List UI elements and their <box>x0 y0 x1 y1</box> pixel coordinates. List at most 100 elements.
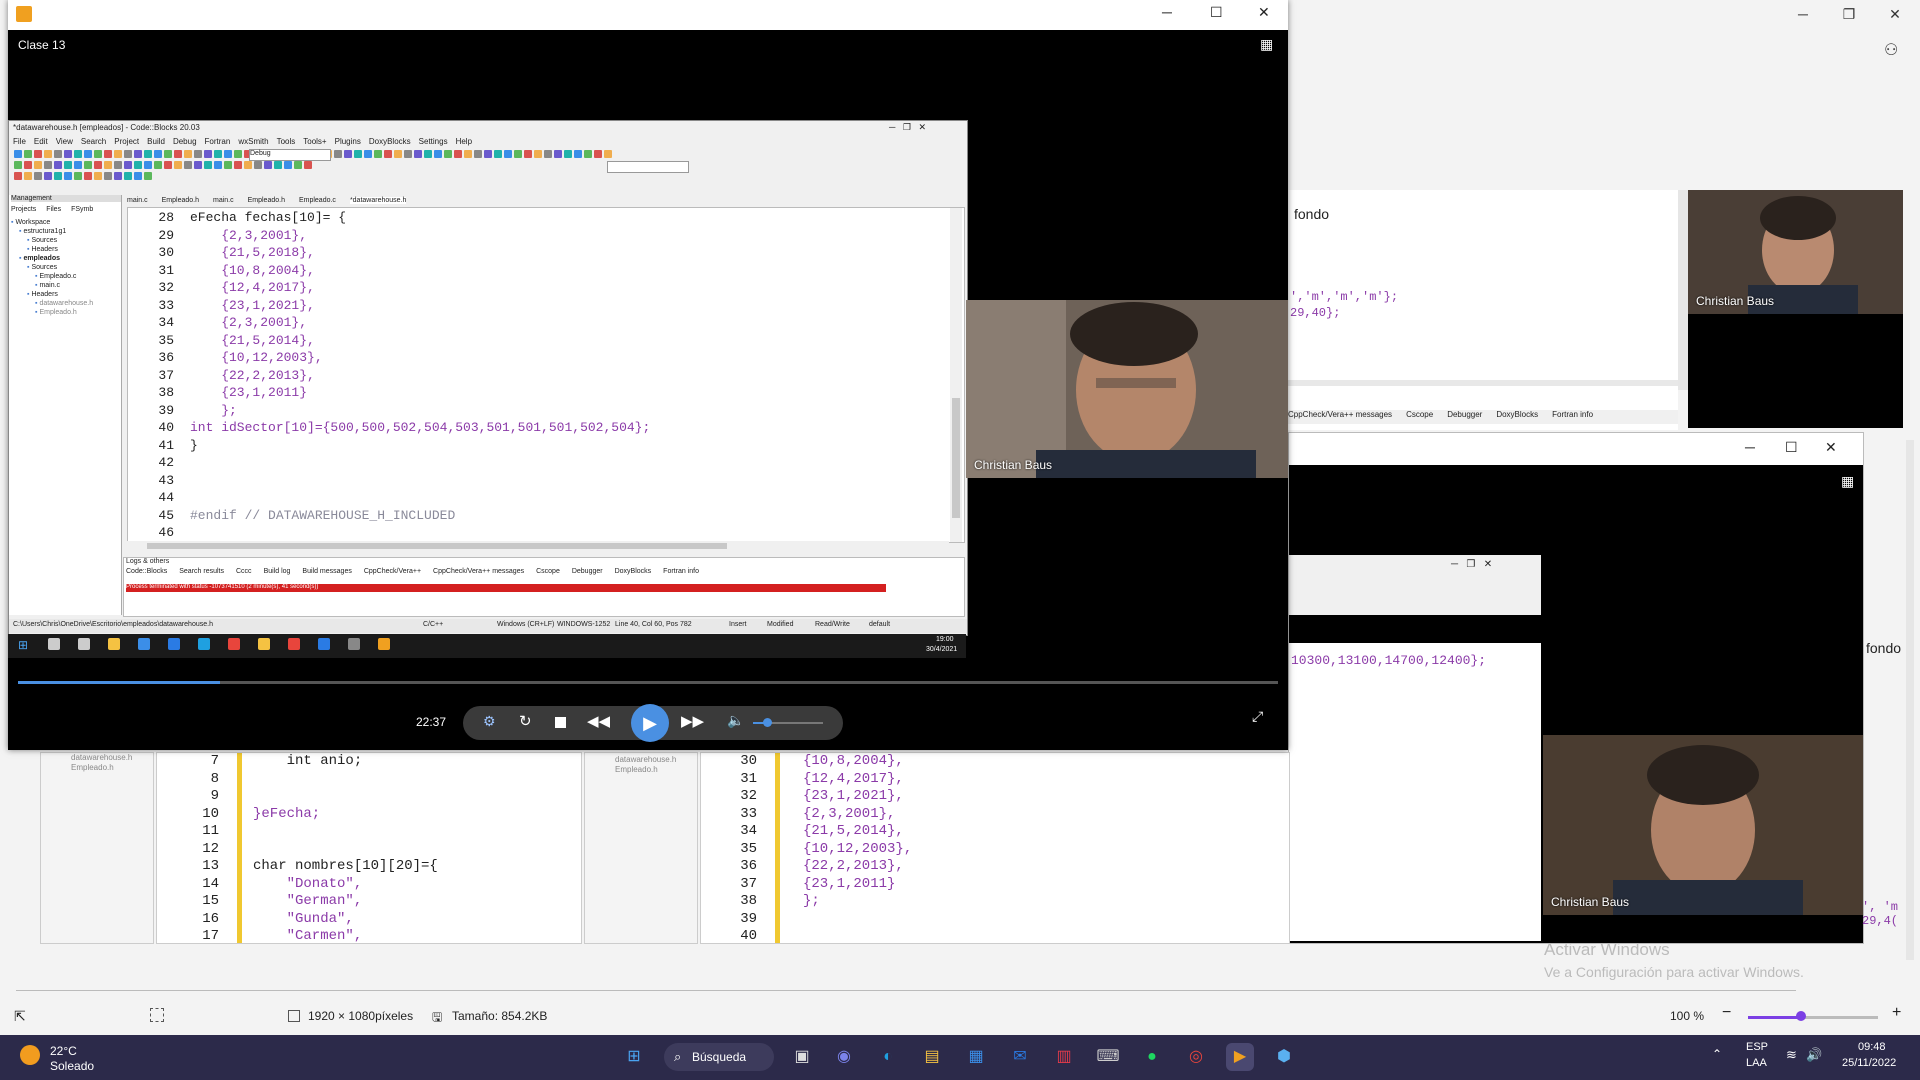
toolbar-button-icon[interactable] <box>34 172 42 180</box>
toolbar-button-icon[interactable] <box>214 150 222 158</box>
toolbar-button-icon[interactable] <box>14 172 22 180</box>
management-tab[interactable]: Files <box>46 206 61 213</box>
secondary-maximize-button[interactable]: ☐ <box>1785 439 1798 456</box>
editor-hscroll[interactable] <box>127 541 949 551</box>
toolbar-button-icon[interactable] <box>594 150 602 158</box>
log-tab[interactable]: Cccc <box>236 568 252 575</box>
toolbar-button-icon[interactable] <box>544 150 552 158</box>
toolbar-button-icon[interactable] <box>154 150 162 158</box>
file-explorer-icon[interactable]: ▤ <box>918 1043 946 1071</box>
toolbar-button-icon[interactable] <box>224 150 232 158</box>
toolbar-button-icon[interactable] <box>104 150 112 158</box>
toolbar-button-icon[interactable] <box>134 161 142 169</box>
toolbar-button-icon[interactable] <box>564 150 572 158</box>
toolbar-button-icon[interactable] <box>184 161 192 169</box>
toolbar-button-icon[interactable] <box>224 161 232 169</box>
toolbar-button-icon[interactable] <box>84 161 92 169</box>
toolbar-button-icon[interactable] <box>114 172 122 180</box>
tree-item[interactable]: ▪ Empleado.h <box>35 309 77 316</box>
log-tab[interactable]: Build messages <box>302 568 351 575</box>
editor-tab[interactable]: *datawarehouse.h <box>349 197 407 204</box>
toolbar-button-icon[interactable] <box>474 150 482 158</box>
toolbar-button-icon[interactable] <box>234 150 242 158</box>
zoom-slider[interactable] <box>1748 1016 1878 1019</box>
volume-thumb[interactable] <box>763 718 772 727</box>
toolbar-button-icon[interactable] <box>464 150 472 158</box>
loop-icon[interactable]: ↻ <box>519 712 532 730</box>
player-minimize-button[interactable]: ─ <box>1162 4 1172 20</box>
toolbar-button-icon[interactable] <box>234 161 242 169</box>
toolbar-button-icon[interactable] <box>404 150 412 158</box>
cb-menu-item[interactable]: Plugins <box>335 137 361 146</box>
cb-menu-item[interactable]: View <box>56 137 73 146</box>
log-tab[interactable]: Code::Blocks <box>126 568 167 575</box>
toolbar-button-icon[interactable] <box>254 161 262 169</box>
volume-icon[interactable]: 🔈 <box>727 712 744 729</box>
store-icon[interactable]: ▦ <box>962 1043 990 1071</box>
tree-item[interactable]: ▪ Empleado.c <box>35 273 76 280</box>
secondary-close-button[interactable]: ✕ <box>1825 439 1837 456</box>
log-tab[interactable]: Build log <box>264 568 291 575</box>
toolbar-button-icon[interactable] <box>34 161 42 169</box>
chrome-icon[interactable]: ◎ <box>1182 1043 1210 1071</box>
toolbar-button-icon[interactable] <box>144 161 152 169</box>
log-tab[interactable]: Fortran info <box>663 568 699 575</box>
toolbar-button-icon[interactable] <box>454 150 462 158</box>
toolbar-button-icon[interactable] <box>34 150 42 158</box>
cursor-tool-icon[interactable]: ⇱ <box>14 1008 26 1025</box>
code-editor[interactable]: 28 eFecha fechas[10]= {29 {2,3,2001}, 30 {… <box>127 207 965 543</box>
cb-menu-item[interactable]: Help <box>456 137 472 146</box>
toolbar-button-icon[interactable] <box>154 161 162 169</box>
toolbar-button-icon[interactable] <box>24 172 32 180</box>
tree-item[interactable]: ▪ Sources <box>27 264 57 271</box>
toolbar-button-icon[interactable] <box>44 150 52 158</box>
log-tab[interactable]: DoxyBlocks <box>615 568 652 575</box>
cb-menu-item[interactable]: DoxyBlocks <box>369 137 411 146</box>
editor-tab[interactable]: Empleado.c <box>299 197 336 204</box>
toolbar-button-icon[interactable] <box>384 150 392 158</box>
toolbar-button-icon[interactable] <box>164 150 172 158</box>
log-tab[interactable]: Search results <box>179 568 224 575</box>
log-tabs[interactable]: Code::Blocks Search results Cccc Build log B… <box>126 568 711 575</box>
management-tabs[interactable]: Projects Files FSymb <box>11 206 103 213</box>
fast-forward-button[interactable]: ▶▶ <box>681 712 704 730</box>
tree-item[interactable]: ▪ empleados <box>19 255 60 262</box>
log-tab[interactable]: CppCheck/Vera++ messages <box>433 568 524 575</box>
cb-menu-item[interactable]: Project <box>114 137 139 146</box>
lang-code-2[interactable]: LAA <box>1746 1057 1767 1069</box>
toolbar-button-icon[interactable] <box>144 172 152 180</box>
stop-button[interactable] <box>555 717 566 728</box>
network-app-icon[interactable]: ⬢ <box>1270 1043 1298 1071</box>
toolbar-button-icon[interactable] <box>14 161 22 169</box>
player-maximize-button[interactable]: ☐ <box>1210 4 1223 21</box>
toolbar-button-icon[interactable] <box>114 161 122 169</box>
player-close-button[interactable]: ✕ <box>1258 4 1270 21</box>
toolbar-button-icon[interactable] <box>604 150 612 158</box>
media-player-icon[interactable]: ▶ <box>1226 1043 1254 1071</box>
editor-tab[interactable]: main.c <box>127 197 148 204</box>
speed-icon[interactable]: ⚙ <box>483 713 496 730</box>
toolbar-button-icon[interactable] <box>104 172 112 180</box>
toolbar-button-icon[interactable] <box>294 161 302 169</box>
toolbar-button-icon[interactable] <box>494 150 502 158</box>
weather-temp[interactable]: 22°C <box>50 1044 77 1058</box>
layout-grid-icon[interactable]: ▦ <box>1260 36 1273 53</box>
toolbar-button-icon[interactable] <box>114 150 122 158</box>
viewer-maximize-button[interactable]: ❐ <box>1826 6 1872 26</box>
mail-icon[interactable]: ✉ <box>1006 1043 1034 1071</box>
toolbar-button-icon[interactable] <box>184 150 192 158</box>
cb-menubar[interactable]: File Edit View Search Project Build Debug Fortr… <box>13 137 480 146</box>
toolbar-button-icon[interactable] <box>64 172 72 180</box>
toolbar-button-icon[interactable] <box>444 150 452 158</box>
select-tool-icon[interactable] <box>150 1008 164 1022</box>
toolbar-button-icon[interactable] <box>174 150 182 158</box>
cb-menu-item[interactable]: Settings <box>419 137 448 146</box>
tree-item[interactable]: ▪ Headers <box>27 246 58 253</box>
toolbar-button-icon[interactable] <box>334 150 342 158</box>
toolbar-button-icon[interactable] <box>94 172 102 180</box>
tray-chevron-icon[interactable]: ⌃ <box>1712 1047 1722 1061</box>
editor-tab[interactable]: Empleado.h <box>162 197 199 204</box>
toolbar-button-icon[interactable] <box>104 161 112 169</box>
toolbar-button-icon[interactable] <box>394 150 402 158</box>
chat-icon[interactable]: ◉ <box>830 1043 858 1071</box>
